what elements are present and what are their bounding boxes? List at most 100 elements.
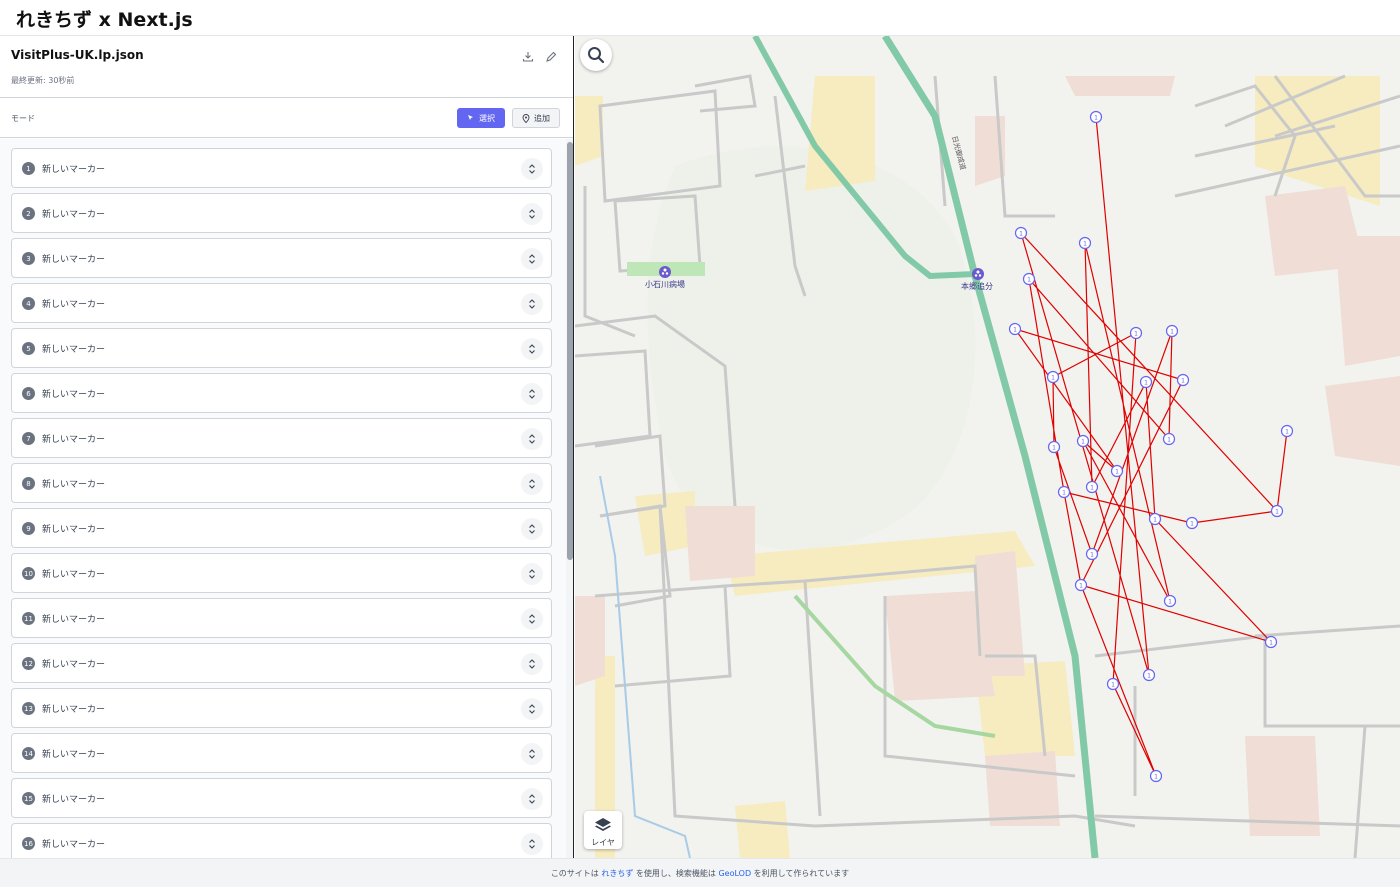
map-marker-label: 1 (1168, 598, 1172, 605)
sidebar: VisitPlus-UK.lp.json 最終更新: 30秒前 モード 選択 追… (0, 36, 574, 858)
marker-list-item[interactable]: 7 新しいマーカー (11, 418, 552, 458)
map-marker[interactable]: 1 (1110, 464, 1124, 478)
chevron-up-down-icon (529, 749, 535, 759)
map-marker[interactable]: 1 (1085, 480, 1099, 494)
chevron-up-down-icon (529, 164, 535, 174)
map-marker[interactable]: 1 (1078, 236, 1092, 250)
marker-list-item[interactable]: 8 新しいマーカー (11, 463, 552, 503)
chevron-up-down-icon (529, 389, 535, 399)
map-marker-label: 1 (1167, 436, 1171, 443)
footer-mid: を使用し、検索機能は (633, 869, 719, 878)
map-marker-label: 1 (1094, 114, 1098, 121)
marker-name: 新しいマーカー (42, 750, 106, 760)
expand-toggle-button[interactable] (521, 158, 543, 180)
map-search-button[interactable] (580, 39, 612, 71)
map-marker[interactable]: 1 (1057, 485, 1071, 499)
map-marker[interactable]: 1 (1046, 370, 1060, 384)
file-header: VisitPlus-UK.lp.json 最終更新: 30秒前 (0, 36, 573, 98)
add-mode-label: 追加 (534, 113, 550, 123)
map-marker[interactable]: 1 (1148, 512, 1162, 526)
map-marker[interactable]: 1 (1074, 578, 1088, 592)
marker-name: 新しいマーカー (42, 300, 106, 310)
expand-toggle-button[interactable] (521, 383, 543, 405)
marker-list-item[interactable]: 16 新しいマーカー (11, 823, 552, 858)
marker-list-item[interactable]: 4 新しいマーカー (11, 283, 552, 323)
marker-list-item[interactable]: 13 新しいマーカー (11, 688, 552, 728)
rekichizu-link[interactable]: れきちず (601, 869, 633, 878)
map-marker[interactable]: 1 (1008, 322, 1022, 336)
expand-toggle-button[interactable] (521, 518, 543, 540)
expand-toggle-button[interactable] (521, 473, 543, 495)
map-marker[interactable]: 1 (1089, 110, 1103, 124)
pencil-icon (546, 51, 557, 62)
footer-prefix: このサイトは (550, 869, 602, 878)
add-mode-button[interactable]: 追加 (512, 108, 560, 128)
expand-toggle-button[interactable] (521, 563, 543, 585)
map-marker[interactable]: 1 (1280, 424, 1294, 438)
expand-toggle-button[interactable] (521, 788, 543, 810)
marker-list-item[interactable]: 11 新しいマーカー (11, 598, 552, 638)
marker-list-item[interactable]: 1 新しいマーカー (11, 148, 552, 188)
marker-list-item[interactable]: 2 新しいマーカー (11, 193, 552, 233)
marker-list-item[interactable]: 9 新しいマーカー (11, 508, 552, 548)
map-marker[interactable]: 1 (1165, 324, 1179, 338)
marker-number-badge: 1 (22, 162, 35, 175)
expand-toggle-button[interactable] (521, 293, 543, 315)
geolod-link[interactable]: GeoLOD (718, 869, 751, 878)
map-marker[interactable]: 1 (1106, 677, 1120, 691)
expand-toggle-button[interactable] (521, 203, 543, 225)
map-marker[interactable]: 1 (1185, 516, 1199, 530)
footer: このサイトは れきちず を使用し、検索機能は GeoLOD を利用して作られてい… (0, 858, 1400, 887)
marker-number-badge: 11 (22, 612, 35, 625)
layer-toggle-button[interactable]: レイヤ (584, 811, 622, 849)
marker-list-item[interactable]: 6 新しいマーカー (11, 373, 552, 413)
expand-toggle-button[interactable] (521, 608, 543, 630)
sidebar-scrollbar[interactable] (566, 139, 573, 858)
chevron-up-down-icon (529, 209, 535, 219)
map-marker[interactable]: 1 (1176, 373, 1190, 387)
map-marker[interactable]: 1 (1149, 769, 1163, 783)
expand-toggle-button[interactable] (521, 248, 543, 270)
map-marker[interactable]: 1 (1076, 434, 1090, 448)
map-marker[interactable]: 1 (1022, 272, 1036, 286)
marker-list-item[interactable]: 10 新しいマーカー (11, 553, 552, 593)
map-view[interactable]: 小石川病場 本郷追分 日光御成道 11111111111111111111111… (575, 36, 1400, 858)
edit-button[interactable] (543, 49, 559, 65)
download-icon (522, 52, 534, 62)
expand-toggle-button[interactable] (521, 338, 543, 360)
map-marker[interactable]: 1 (1162, 432, 1176, 446)
map-marker[interactable]: 1 (1142, 668, 1156, 682)
marker-list-item[interactable]: 5 新しいマーカー (11, 328, 552, 368)
map-marker-label: 1 (1153, 516, 1157, 523)
expand-toggle-button[interactable] (521, 833, 543, 855)
map-marker-label: 1 (1079, 582, 1083, 589)
scrollbar-thumb[interactable] (567, 142, 573, 560)
map-marker[interactable]: 1 (1014, 226, 1028, 240)
expand-toggle-button[interactable] (521, 743, 543, 765)
expand-toggle-button[interactable] (521, 428, 543, 450)
marker-number-badge: 13 (22, 702, 35, 715)
select-mode-button[interactable]: 選択 (457, 108, 505, 128)
map-marker[interactable]: 1 (1270, 504, 1284, 518)
map-marker[interactable]: 1 (1139, 375, 1153, 389)
download-button[interactable] (520, 49, 536, 65)
layer-label: レイヤ (591, 838, 615, 847)
layers-icon (595, 818, 611, 831)
map-marker[interactable]: 1 (1085, 547, 1099, 561)
expand-toggle-button[interactable] (521, 653, 543, 675)
marker-list-item[interactable]: 14 新しいマーカー (11, 733, 552, 773)
map-marker[interactable]: 1 (1129, 326, 1143, 340)
marker-list-item[interactable]: 12 新しいマーカー (11, 643, 552, 683)
footer-suffix: を利用して作られています (751, 869, 850, 878)
expand-toggle-button[interactable] (521, 698, 543, 720)
map-marker[interactable]: 1 (1047, 440, 1061, 454)
marker-name: 新しいマーカー (42, 840, 106, 850)
marker-number-badge: 16 (22, 837, 35, 850)
map-marker[interactable]: 1 (1163, 594, 1177, 608)
marker-list-item[interactable]: 15 新しいマーカー (11, 778, 552, 818)
marker-list-item[interactable]: 3 新しいマーカー (11, 238, 552, 278)
marker-name: 新しいマーカー (42, 705, 106, 715)
marker-name: 新しいマーカー (42, 615, 106, 625)
map-marker[interactable]: 1 (1264, 635, 1278, 649)
map-marker-label: 1 (1275, 508, 1279, 515)
